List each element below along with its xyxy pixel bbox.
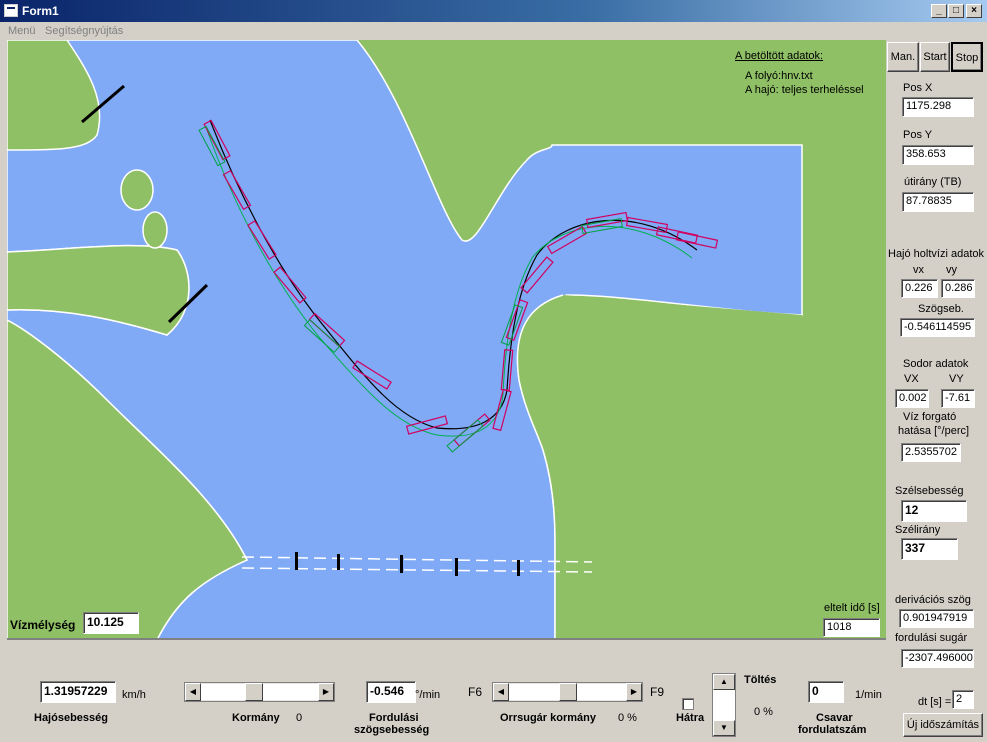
wind-speed-label: Szélsebesség (895, 485, 964, 497)
turn-rate-label-2: szögsebesség (354, 724, 430, 736)
posy-field[interactable]: 358.653 (902, 145, 974, 165)
turn-rate-unit: °/min (415, 689, 441, 701)
title-bar: Form1 _ □ × (0, 0, 987, 22)
speed-field[interactable]: 1.31957229 (40, 681, 116, 703)
rudder-scrollbar[interactable]: ◀ ▶ (184, 682, 335, 702)
dt-label: dt [s] = (918, 696, 952, 708)
turn-rate-field[interactable]: -0.546 (366, 681, 416, 703)
radius-field[interactable]: -2307.496000 (901, 649, 974, 668)
back-label: Hátra (676, 712, 705, 724)
minimize-button[interactable]: _ (931, 4, 947, 18)
rpm-field[interactable]: 0 (808, 681, 844, 703)
f9-label: F9 (650, 685, 665, 699)
river-svg (7, 40, 803, 638)
angvel-label: Szögseb. (918, 303, 964, 315)
rot-field[interactable]: 2.5355702 (901, 443, 961, 462)
bow-thruster-scrollbar[interactable]: ◀ ▶ (492, 682, 643, 702)
heading-label: útirány (TB) (904, 176, 962, 188)
recalc-time-button[interactable]: Új időszámítás (903, 713, 983, 737)
stop-button[interactable]: Stop (951, 42, 983, 72)
elapsed-field[interactable]: 1018 (823, 618, 880, 637)
manual-button[interactable]: Man. (887, 42, 919, 72)
rudder-label: Kormány (232, 712, 280, 724)
rpm-unit: 1/min (855, 689, 882, 701)
deriv-label: derivációs szög (895, 594, 971, 606)
bow-right-arrow[interactable]: ▶ (626, 683, 642, 701)
loaded-data-header: A betöltött adatok: (735, 50, 824, 62)
VY-label: VY (949, 373, 964, 385)
rpm-label-2: fordulatszám (798, 724, 867, 736)
VX-label: VX (904, 373, 919, 385)
vx-field[interactable]: 0.226 (901, 279, 938, 298)
menu-item-help[interactable]: Segítségnyújtás (45, 25, 123, 37)
fill-label: Töltés (744, 674, 777, 686)
fill-scrollbar[interactable]: ▲ ▼ (712, 673, 736, 737)
bow-thumb[interactable] (559, 683, 577, 701)
radius-label: fordulási sugár (895, 632, 968, 644)
depth-label: Vízmélység (10, 618, 76, 632)
rudder-thumb[interactable] (245, 683, 263, 701)
rot-label-2: hatása [°/perc] (898, 425, 970, 437)
fill-up-arrow[interactable]: ▲ (713, 674, 735, 690)
drift-label: Sodor adatok (903, 358, 969, 370)
rpm-label-1: Csavar (816, 712, 853, 724)
VY-field[interactable]: -7.61 (941, 389, 975, 408)
posx-field[interactable]: 1175.298 (902, 97, 974, 117)
angvel-field[interactable]: -0.546114595 (900, 318, 975, 337)
rudder-value: 0 (296, 712, 303, 724)
elapsed-label: eltelt idő [s] (824, 602, 880, 614)
posy-label: Pos Y (903, 129, 933, 141)
start-button[interactable]: Start (920, 42, 950, 72)
back-checkbox[interactable] (682, 698, 694, 710)
rudder-right-arrow[interactable]: ▶ (318, 683, 334, 701)
fill-track[interactable] (713, 690, 735, 720)
bow-thruster-value: 0 % (618, 712, 637, 724)
menu-item-menu[interactable]: Menü (8, 25, 36, 37)
maximize-button[interactable]: □ (948, 4, 964, 18)
VX-field[interactable]: 0.002 (895, 389, 929, 408)
dt-field[interactable]: 2 (952, 690, 974, 709)
fill-value: 0 % (754, 706, 773, 718)
turn-rate-label-1: Fordulási (369, 712, 419, 724)
speed-label: Hajósebesség (34, 712, 108, 724)
depth-field[interactable]: 10.125 (83, 612, 139, 634)
posx-label: Pos X (903, 82, 933, 94)
wind-speed-field[interactable]: 12 (901, 500, 967, 522)
rot-label-1: Víz forgató (903, 411, 957, 423)
close-button[interactable]: × (966, 4, 982, 18)
vy-small-label: vy (946, 264, 957, 276)
heading-field[interactable]: 87.78835 (902, 192, 974, 212)
dead-water-label: Hajó holtvízi adatok (888, 248, 984, 260)
f6-label: F6 (468, 685, 483, 699)
ship-load-label: A hajó: teljes terheléssel (745, 84, 864, 96)
speed-unit: km/h (122, 689, 146, 701)
wind-dir-label: Szélirány (895, 524, 941, 536)
river-file-label: A folyó:hnv.txt (745, 70, 813, 82)
window-title: Form1 (22, 4, 59, 18)
deriv-field[interactable]: 0.901947919 (899, 609, 974, 628)
menu-bar: Menü Segítségnyújtás (0, 22, 987, 40)
vy-field[interactable]: 0.286 (941, 279, 975, 298)
fill-down-arrow[interactable]: ▼ (713, 720, 735, 736)
vx-small-label: vx (913, 264, 924, 276)
app-icon (4, 4, 18, 17)
river-map[interactable]: A betöltött adatok: A folyó:hnv.txt A ha… (7, 40, 886, 640)
bow-thruster-label: Orrsugár kormány (500, 712, 596, 724)
rudder-left-arrow[interactable]: ◀ (185, 683, 201, 701)
bow-left-arrow[interactable]: ◀ (493, 683, 509, 701)
wind-dir-field[interactable]: 337 (901, 538, 958, 560)
